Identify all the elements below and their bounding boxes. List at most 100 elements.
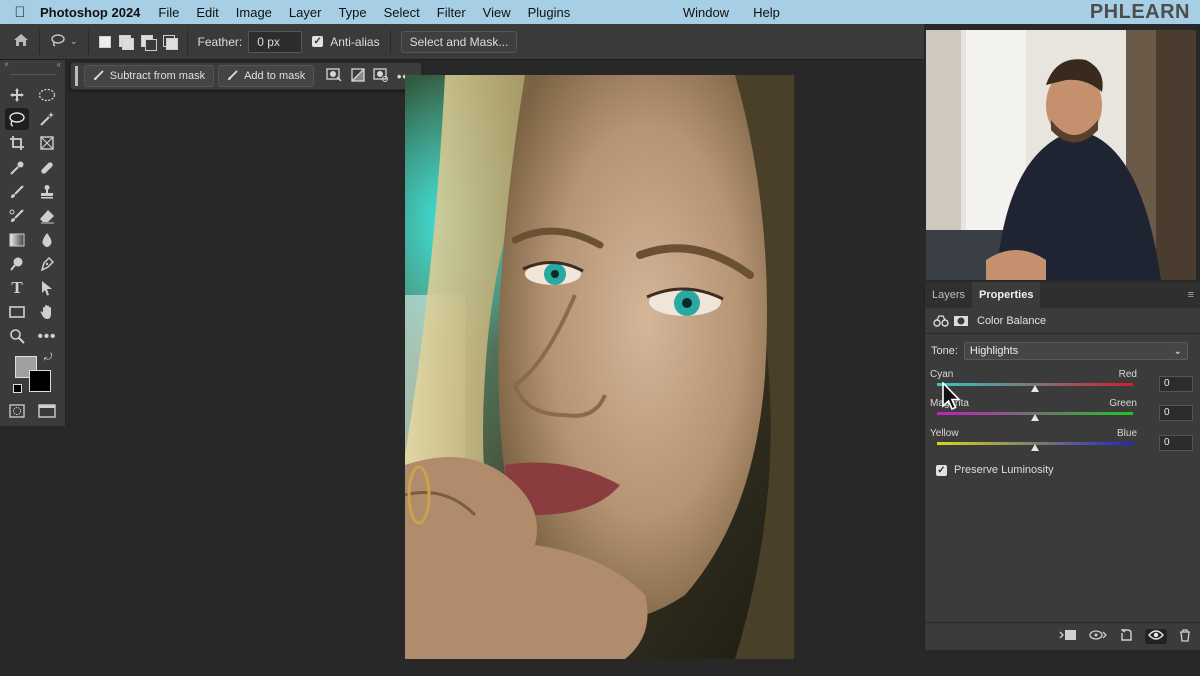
pen-icon[interactable]: [35, 253, 59, 275]
cyan-red-slider: Cyan Red 0: [929, 369, 1195, 399]
healing-icon[interactable]: [35, 157, 59, 179]
properties-panel: Layers Properties ≡ Color Balance Tone: …: [924, 282, 1200, 650]
new-selection-icon[interactable]: [98, 35, 111, 48]
chevron-down-icon: ⌄: [1173, 345, 1182, 357]
intersect-selection-icon[interactable]: [162, 34, 178, 50]
cyan-red-value[interactable]: 0: [1159, 376, 1193, 392]
menu-plugins[interactable]: Plugins: [528, 5, 571, 20]
menu-type[interactable]: Type: [338, 5, 366, 20]
move-icon[interactable]: [5, 84, 29, 106]
mask-settings-icon[interactable]: [322, 67, 346, 85]
screen-mode-icon[interactable]: [35, 400, 59, 422]
lasso-icon[interactable]: [5, 108, 29, 130]
cyan-label: Cyan: [930, 369, 954, 380]
menu-select[interactable]: Select: [384, 5, 420, 20]
mask-icon[interactable]: [953, 315, 969, 327]
stamp-icon[interactable]: [35, 181, 59, 203]
preserve-luminosity-checkbox[interactable]: ✓: [936, 464, 947, 476]
tone-value: Highlights: [969, 345, 1019, 357]
add-selection-icon[interactable]: [118, 34, 134, 50]
hand-icon[interactable]: [35, 301, 59, 323]
contextual-task-bar: Subtract from mask Add to mask •••: [70, 62, 422, 90]
clip-to-layer-icon[interactable]: [1059, 629, 1077, 644]
marquee-icon[interactable]: [35, 84, 59, 106]
visibility-icon[interactable]: [1145, 629, 1167, 644]
preserve-luminosity-label: Preserve Luminosity: [954, 464, 1054, 476]
blur-icon[interactable]: [35, 229, 59, 251]
menu-filter[interactable]: Filter: [437, 5, 466, 20]
yellow-blue-value[interactable]: 0: [1159, 435, 1193, 451]
canvas-image[interactable]: [405, 75, 794, 659]
close-icon[interactable]: ×: [4, 60, 9, 70]
slider-thumb[interactable]: [1031, 444, 1039, 451]
gradient-icon[interactable]: [5, 229, 29, 251]
app-menu[interactable]: Photoshop 2024: [40, 5, 140, 20]
rectangle-icon[interactable]: [5, 301, 29, 323]
tab-properties[interactable]: Properties: [972, 282, 1041, 308]
default-colors-icon[interactable]: [13, 384, 22, 393]
swap-colors-icon[interactable]: ⤾: [44, 352, 52, 363]
quick-mask-icon[interactable]: [5, 400, 29, 422]
menu-help[interactable]: Help: [753, 5, 780, 20]
drag-handle[interactable]: [75, 66, 78, 86]
type-icon[interactable]: T: [5, 277, 29, 299]
background-color-swatch[interactable]: [29, 370, 51, 392]
subtract-selection-icon[interactable]: [140, 34, 157, 51]
select-and-mask-button[interactable]: Select and Mask...: [400, 30, 518, 53]
menu-image[interactable]: Image: [236, 5, 272, 20]
panel-footer: [925, 622, 1200, 650]
crop-icon[interactable]: [5, 132, 29, 154]
menu-edit[interactable]: Edit: [196, 5, 218, 20]
lasso-preset-icon[interactable]: [50, 33, 66, 51]
subtract-from-mask-button[interactable]: Subtract from mask: [83, 65, 215, 87]
red-label: Red: [1118, 369, 1137, 380]
history-brush-icon[interactable]: [5, 205, 29, 227]
home-icon[interactable]: [13, 33, 29, 51]
preserve-luminosity-row: ✓ Preserve Luminosity: [936, 464, 1054, 476]
tools-panel: × « T ••• ⤾: [0, 60, 66, 426]
slider-thumb[interactable]: [1031, 414, 1039, 421]
properties-header: Color Balance: [925, 308, 1200, 334]
frame-icon[interactable]: [35, 132, 59, 154]
collapse-icon[interactable]: «: [57, 60, 61, 70]
brush-minus-icon: [93, 69, 105, 84]
eraser-icon[interactable]: [35, 205, 59, 227]
color-balance-icon: [933, 314, 949, 327]
zoom-icon[interactable]: [5, 325, 29, 347]
invert-mask-icon[interactable]: [346, 67, 370, 85]
eyedropper-icon[interactable]: [5, 157, 29, 179]
tone-label: Tone:: [931, 345, 958, 357]
menu-view[interactable]: View: [483, 5, 511, 20]
tone-select[interactable]: Highlights ⌄: [963, 342, 1188, 360]
add-to-mask-button[interactable]: Add to mask: [218, 65, 315, 87]
reset-icon[interactable]: [1119, 627, 1133, 644]
tab-layers[interactable]: Layers: [925, 282, 972, 308]
yellow-blue-slider: Yellow Blue 0: [929, 428, 1195, 458]
view-previous-icon[interactable]: [1089, 629, 1107, 644]
chevron-down-icon[interactable]: ⌄: [70, 36, 78, 47]
path-select-icon[interactable]: [35, 277, 59, 299]
dodge-icon[interactable]: [5, 253, 29, 275]
yellow-label: Yellow: [930, 428, 959, 439]
magenta-green-value[interactable]: 0: [1159, 405, 1193, 421]
magenta-green-slider: Magenta Green 0: [929, 398, 1195, 428]
tone-row: Tone: Highlights ⌄: [931, 342, 1188, 360]
refine-mask-icon[interactable]: [370, 67, 394, 85]
menu-layer[interactable]: Layer: [289, 5, 322, 20]
mac-menubar:  Photoshop 2024 File Edit Image Layer T…: [0, 0, 1200, 24]
menu-window[interactable]: Window: [683, 5, 729, 20]
blue-label: Blue: [1116, 428, 1137, 439]
brush-icon[interactable]: [5, 181, 29, 203]
apple-icon[interactable]: : [0, 4, 40, 21]
green-label: Green: [1109, 398, 1137, 409]
menu-file[interactable]: File: [158, 5, 179, 20]
magic-wand-icon[interactable]: [35, 108, 59, 130]
slider-thumb[interactable]: [1031, 385, 1039, 392]
brush-plus-icon: [227, 69, 239, 84]
panel-menu-icon[interactable]: ≡: [1188, 289, 1194, 301]
more-tools-icon[interactable]: •••: [35, 325, 59, 347]
feather-input[interactable]: 0 px: [248, 30, 303, 53]
antialias-checkbox[interactable]: ✓: [312, 36, 324, 47]
brand-logo: PHLEARN: [1089, 0, 1190, 23]
delete-icon[interactable]: [1179, 628, 1191, 645]
